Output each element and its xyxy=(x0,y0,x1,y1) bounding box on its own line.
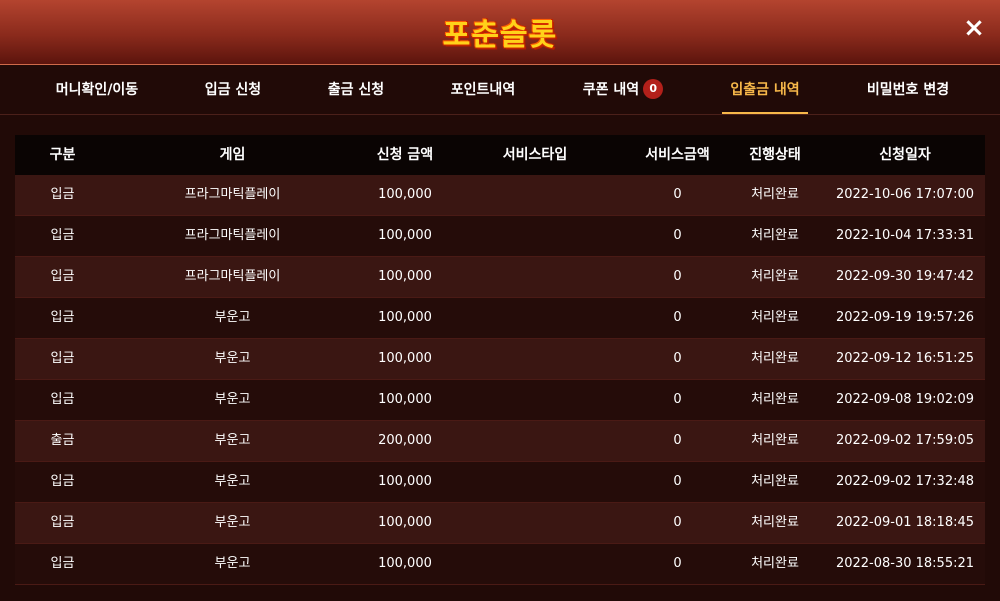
tab-bar: 머니확인/이동 입금 신청 출금 신청 포인트내역 쿠폰 내역 0 입출금 내역 … xyxy=(0,66,1000,115)
date-cell: 2022-08-30 18:55:21 xyxy=(835,556,975,571)
amount-cell: 100,000 xyxy=(378,228,432,243)
tab-label: 포인트내역 xyxy=(450,82,516,98)
type-cell: 입금 xyxy=(50,392,75,407)
table-header-row: 구분 게임 신청 금액 서비스타입 서비스금액 진행상태 신청일자 xyxy=(15,135,985,175)
status-cell: 처리완료 xyxy=(751,310,799,325)
status-cell: 처리완료 xyxy=(751,392,799,407)
service-type-cell xyxy=(465,503,605,543)
column-header: 게임 xyxy=(219,147,246,163)
type-cell: 입금 xyxy=(50,351,75,366)
column-header: 구분 xyxy=(49,147,76,163)
status-cell: 처리완료 xyxy=(751,474,799,489)
tab-coupon-history[interactable]: 쿠폰 내역 0 xyxy=(580,66,666,114)
game-cell: 부운고 xyxy=(214,351,251,366)
service-type-cell xyxy=(465,544,605,584)
close-icon[interactable]: × xyxy=(960,14,988,42)
type-cell: 입금 xyxy=(50,556,75,571)
type-cell: 입금 xyxy=(50,474,75,489)
game-cell: 부운고 xyxy=(214,556,251,571)
brand-logo: 포춘슬롯 xyxy=(442,18,558,53)
game-cell: 부운고 xyxy=(214,474,251,489)
status-cell: 처리완료 xyxy=(751,556,799,571)
status-cell: 처리완료 xyxy=(751,187,799,202)
tab-withdraw-request[interactable]: 출금 신청 xyxy=(325,66,387,114)
tab-point-history[interactable]: 포인트내역 xyxy=(447,66,519,114)
coupon-count-badge: 0 xyxy=(643,79,664,99)
date-cell: 2022-10-04 17:33:31 xyxy=(835,228,975,243)
table-row: 입금 부운고 100,000 0 처리완료 2022-09-12 16:51:25 xyxy=(15,339,985,380)
status-cell: 처리완료 xyxy=(751,228,799,243)
status-cell: 처리완료 xyxy=(751,515,799,530)
date-cell: 2022-09-12 16:51:25 xyxy=(835,351,975,366)
type-cell: 입금 xyxy=(50,187,75,202)
tab-label: 입출금 내역 xyxy=(730,82,800,98)
tab-money-check[interactable]: 머니확인/이동 xyxy=(52,66,142,114)
amount-cell: 100,000 xyxy=(378,392,432,407)
game-cell: 프라그마틱플레이 xyxy=(184,269,281,284)
type-cell: 입금 xyxy=(50,269,75,284)
table-row: 입금 프라그마틱플레이 100,000 0 처리완료 2022-09-30 19:47:4… xyxy=(15,257,985,298)
status-cell: 처리완료 xyxy=(751,269,799,284)
game-cell: 부운고 xyxy=(214,310,251,325)
game-cell: 프라그마틱플레이 xyxy=(184,228,281,243)
modal-header: 포춘슬롯 × xyxy=(0,0,1000,65)
service-type-cell xyxy=(465,216,605,256)
status-cell: 처리완료 xyxy=(751,351,799,366)
amount-cell: 100,000 xyxy=(378,351,432,366)
tab-label: 입금 신청 xyxy=(204,82,262,98)
table-row: 입금 부운고 100,000 0 처리완료 2022-09-19 19:57:26 xyxy=(15,298,985,339)
date-cell: 2022-09-08 19:02:09 xyxy=(835,392,975,407)
tab-change-password[interactable]: 비밀번호 변경 xyxy=(863,66,953,114)
service-type-cell xyxy=(465,339,605,379)
amount-cell: 100,000 xyxy=(378,556,432,571)
transaction-table: 구분 게임 신청 금액 서비스타입 서비스금액 진행상태 신청일자 입금프라그마… xyxy=(15,135,985,585)
table-row: 입금 프라그마틱플레이 100,000 0 처리완료 2022-10-04 17:33:3… xyxy=(15,216,985,257)
column-header: 신청일자 xyxy=(879,147,931,163)
table-row: 입금 부운고 100,000 0 처리완료 2022-09-02 17:32:48 xyxy=(15,462,985,503)
tab-deposit-request[interactable]: 입금 신청 xyxy=(202,66,264,114)
game-cell: 프라그마틱플레이 xyxy=(184,187,281,202)
type-cell: 입금 xyxy=(50,310,75,325)
status-cell: 처리완료 xyxy=(751,433,799,448)
game-cell: 부운고 xyxy=(214,392,251,407)
service-type-cell xyxy=(465,462,605,502)
tab-transaction-history[interactable]: 입출금 내역 xyxy=(722,66,808,114)
service-type-cell xyxy=(465,421,605,461)
service-type-cell xyxy=(465,175,605,215)
table-row: 출금 부운고 200,000 0 처리완료 2022-09-02 17:59:05 xyxy=(15,421,985,462)
type-cell: 출금 xyxy=(50,433,75,448)
tab-label: 쿠폰 내역 xyxy=(582,82,640,98)
service-type-cell xyxy=(465,298,605,338)
date-cell: 2022-10-06 17:07:00 xyxy=(835,187,975,202)
amount-cell: 100,000 xyxy=(378,515,432,530)
table-row: 입금 부운고 100,000 0 처리완료 2022-08-30 18:55:21 xyxy=(15,544,985,585)
amount-cell: 100,000 xyxy=(378,269,432,284)
tab-label: 출금 신청 xyxy=(327,82,385,98)
tab-label: 머니확인/이동 xyxy=(55,82,139,98)
type-cell: 입금 xyxy=(50,228,75,243)
service-type-cell xyxy=(465,257,605,297)
service-type-cell xyxy=(465,380,605,420)
date-cell: 2022-09-19 19:57:26 xyxy=(835,310,975,325)
date-cell: 2022-09-30 19:47:42 xyxy=(835,269,975,284)
date-cell: 2022-09-02 17:59:05 xyxy=(835,433,975,448)
game-cell: 부운고 xyxy=(214,515,251,530)
amount-cell: 200,000 xyxy=(378,433,432,448)
tab-label: 비밀번호 변경 xyxy=(866,82,950,98)
amount-cell: 100,000 xyxy=(378,187,432,202)
table-row: 입금 부운고 100,000 0 처리완료 2022-09-08 19:02:09 xyxy=(15,380,985,421)
amount-cell: 100,000 xyxy=(378,310,432,325)
table-row: 입금 부운고 100,000 0 처리완료 2022-09-01 18:18:45 xyxy=(15,503,985,544)
column-header: 진행상태 xyxy=(749,147,801,163)
game-cell: 부운고 xyxy=(214,433,251,448)
amount-cell: 100,000 xyxy=(378,474,432,489)
date-cell: 2022-09-02 17:32:48 xyxy=(835,474,975,489)
table-row: 입금 프라그마틱플레이 100,000 0 처리완료 2022-10-06 17:07:0… xyxy=(15,175,985,216)
type-cell: 입금 xyxy=(50,515,75,530)
column-header: 서비스타입 xyxy=(502,147,568,163)
column-header: 신청 금액 xyxy=(376,147,434,163)
date-cell: 2022-09-01 18:18:45 xyxy=(835,515,975,530)
